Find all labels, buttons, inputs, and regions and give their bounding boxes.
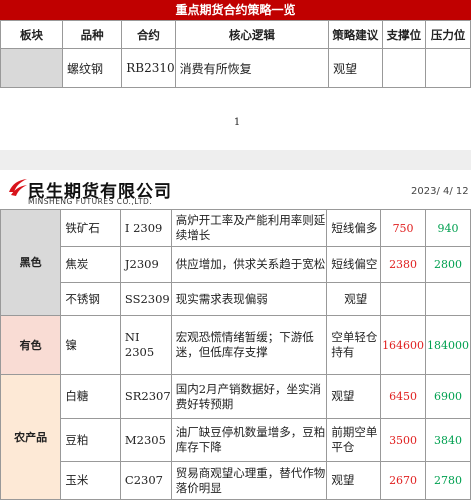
strategy-cell: 观望 bbox=[328, 48, 383, 88]
logic-cell: 消费有所恢复 bbox=[174, 48, 330, 88]
contract-cell: C2307 bbox=[119, 461, 172, 500]
contract-cell: M2305 bbox=[119, 418, 172, 462]
variety-cell: 焦炭 bbox=[60, 246, 121, 283]
resistance-cell: 940 bbox=[425, 209, 471, 247]
contract-cell: I 2309 bbox=[119, 209, 172, 247]
logic-cell: 供应增加，供求关系趋于宽松 bbox=[170, 246, 328, 283]
table-row: 玉米 C2307 贸易商观望心理重，替代作物落价明显 观望 2670 2780 bbox=[1, 461, 471, 500]
variety-cell: 铁矿石 bbox=[60, 209, 121, 247]
resistance-cell: 2800 bbox=[425, 246, 471, 283]
sector-cell: 有色 bbox=[0, 315, 62, 375]
header-contract: 合约 bbox=[121, 20, 176, 49]
resistance-cell: 6900 bbox=[425, 374, 471, 419]
table-row: 豆粕 M2305 油厂缺豆停机数量增多，豆粕库存下降 前期空单平仓 3500 3… bbox=[1, 418, 471, 462]
strategy-cell: 观望 bbox=[326, 282, 382, 316]
variety-cell: 不锈钢 bbox=[60, 282, 121, 316]
sector-cell: 黑色 bbox=[0, 209, 62, 316]
logic-cell: 国内2月产销数据好，坐实消费好转预期 bbox=[170, 374, 328, 419]
strategy-cell: 观望 bbox=[326, 461, 382, 500]
support-cell: 750 bbox=[380, 209, 427, 247]
table-row: 农产品 白糖 SR2307 国内2月产销数据好，坐实消费好转预期 观望 6450… bbox=[0, 374, 471, 500]
resistance-cell: 184000 bbox=[425, 315, 471, 375]
support-cell: 2380 bbox=[380, 246, 427, 283]
sector-cell bbox=[0, 48, 63, 88]
strategy-cell: 短线偏多 bbox=[326, 209, 382, 247]
header-strategy: 策略建议 bbox=[328, 20, 383, 49]
logic-cell: 高炉开工率及产能利用率则延续增长 bbox=[170, 209, 328, 247]
logic-cell: 宏观恐慌情绪暂缓；下游低迷，但低库存支撑 bbox=[170, 315, 328, 375]
strategy-cell: 观望 bbox=[326, 374, 382, 419]
header-support: 支撑位 bbox=[381, 20, 427, 49]
header-resistance: 压力位 bbox=[425, 20, 471, 49]
minsheng-logo-icon bbox=[9, 179, 27, 196]
table-row: 不锈钢 SS2309 现实需求表现偏弱 观望 bbox=[1, 282, 471, 316]
variety-cell: 螺纹钢 bbox=[61, 48, 123, 88]
support-cell: 3500 bbox=[380, 418, 427, 462]
logic-cell: 贸易商观望心理重，替代作物落价明显 bbox=[170, 461, 328, 500]
strategy-cell: 空单轻仓持有 bbox=[326, 315, 382, 375]
table-row: 有色 镍 NI 2305 宏观恐慌情绪暂缓；下游低迷，但低库存支撑 空单轻仓持有… bbox=[0, 315, 471, 375]
support-cell bbox=[381, 48, 427, 88]
resistance-cell: 3840 bbox=[425, 418, 471, 462]
header-logic: 核心逻辑 bbox=[174, 20, 330, 49]
logic-cell: 油厂缺豆停机数量增多，豆粕库存下降 bbox=[170, 418, 328, 462]
table-row: 焦炭 J2309 供应增加，供求关系趋于宽松 短线偏空 2380 2800 bbox=[1, 246, 471, 283]
resistance-cell: 2780 bbox=[425, 461, 471, 500]
contract-cell: J2309 bbox=[119, 246, 172, 283]
variety-cell: 白糖 bbox=[60, 374, 121, 419]
support-cell: 6450 bbox=[380, 374, 427, 419]
contract-cell: SS2309 bbox=[119, 282, 172, 316]
contract-cell: RB2310 bbox=[121, 48, 176, 88]
header-variety: 品种 bbox=[61, 20, 123, 49]
support-cell: 164600 bbox=[380, 315, 427, 375]
support-cell bbox=[380, 282, 427, 316]
page-gap bbox=[0, 150, 471, 170]
report-date: 2023/ 4/ 12 bbox=[411, 186, 469, 197]
strategy-cell: 前期空单平仓 bbox=[326, 418, 382, 462]
strategy-banner-title: 重点期货合约策略一览 bbox=[0, 0, 471, 20]
page-number: 1 bbox=[233, 117, 241, 128]
company-name-en: MINSHENG FUTURES CO.,LTD. bbox=[28, 197, 153, 206]
table-row: 黑色 铁矿石 I 2309 高炉开工率及产能利用率则延续增长 短线偏多 750 … bbox=[0, 209, 471, 316]
table-header-row: 板块 品种 合约 核心逻辑 策略建议 支撑位 压力位 bbox=[0, 20, 471, 49]
top-strategy-table: 板块 品种 合约 核心逻辑 策略建议 支撑位 压力位 螺纹钢 RB2310 消费… bbox=[0, 20, 471, 88]
strategy-table: 黑色 铁矿石 I 2309 高炉开工率及产能利用率则延续增长 短线偏多 750 … bbox=[0, 209, 471, 500]
variety-cell: 镍 bbox=[60, 315, 121, 375]
header-sector: 板块 bbox=[0, 20, 63, 49]
table-row: 螺纹钢 RB2310 消费有所恢复 观望 bbox=[0, 48, 471, 88]
resistance-cell bbox=[425, 48, 471, 88]
strategy-cell: 短线偏空 bbox=[326, 246, 382, 283]
contract-cell: SR2307 bbox=[119, 374, 172, 419]
resistance-cell bbox=[425, 282, 471, 316]
contract-cell: NI 2305 bbox=[119, 315, 172, 375]
sector-cell: 农产品 bbox=[0, 374, 62, 500]
support-cell: 2670 bbox=[380, 461, 427, 500]
logic-cell: 现实需求表现偏弱 bbox=[170, 282, 328, 316]
variety-cell: 玉米 bbox=[60, 461, 121, 500]
variety-cell: 豆粕 bbox=[60, 418, 121, 462]
